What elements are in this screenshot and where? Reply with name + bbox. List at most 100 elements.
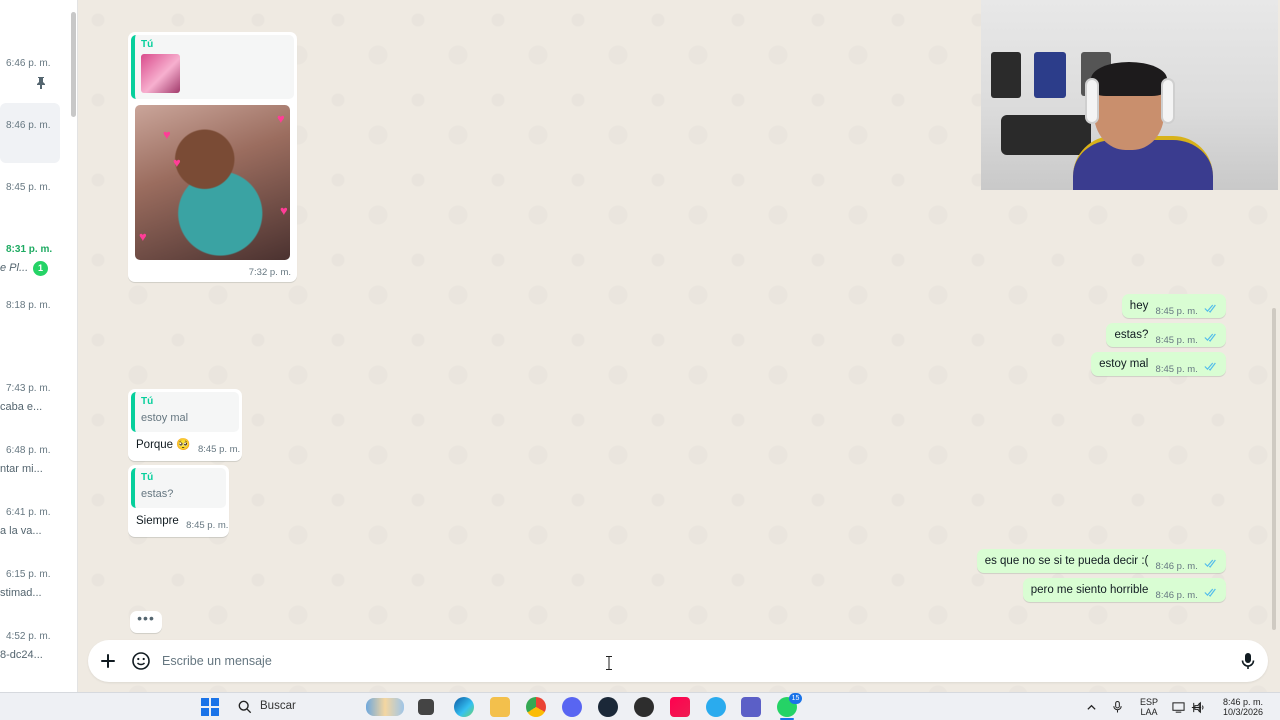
microphone-tray-icon[interactable] [1112,700,1123,714]
system-clock[interactable]: 8:46 p. m. 10/3/2026 [1214,697,1272,717]
sticker-icon[interactable] [131,651,151,671]
search-icon [238,700,252,714]
chat-list-item[interactable] [0,492,60,552]
quoted-reply[interactable]: Tú estoy mal [131,392,239,432]
whatsapp-badge: 15 [789,693,802,704]
chat-snippet: caba e... [0,401,43,413]
chat-list-item[interactable] [0,430,60,490]
chat-time: 6:15 p. m. [6,569,51,580]
message-text: Siempre [136,515,179,527]
outgoing-message[interactable]: estas? 8:45 p. m. [1106,323,1226,347]
message-input[interactable] [162,651,1162,671]
message-text: es que no se si te pueda decir :( [984,555,1149,567]
network-icon[interactable] [1172,701,1185,714]
taskbar-search[interactable]: Buscar [228,696,408,718]
chat-time: 7:43 p. m. [6,383,51,394]
message-text: estas? [1114,329,1149,341]
quoted-image-thumbnail [141,54,180,93]
chevron-up-icon[interactable] [1086,702,1097,713]
message-photo[interactable]: ♥ ♥ ♥ ♥ ♥ [135,105,290,260]
message-time: 7:32 p. m. [248,267,291,278]
sidebar-scrollbar[interactable] [71,12,76,117]
outgoing-message[interactable]: hey 8:45 p. m. [1121,294,1226,318]
quoted-reply[interactable]: Tú estas? [131,468,226,508]
message-time: 8:46 p. m. [1155,590,1198,601]
search-highlight-image [366,698,404,716]
game-launcher-icon[interactable] [634,697,654,717]
chat-time: 4:52 p. m. [6,631,51,642]
background-couch [1001,115,1091,155]
message-time: 8:45 p. m. [186,520,229,531]
input-language[interactable]: ESP LAA [1138,697,1160,717]
double-check-icon [1204,334,1216,343]
quote-author: Tú [141,472,154,483]
quote-text: estoy mal [141,412,189,424]
outgoing-message[interactable]: estoy mal 8:45 p. m. [1091,352,1226,376]
chat-list-item[interactable] [0,42,60,102]
chat-list-item[interactable] [0,554,60,614]
headphone-right [1161,78,1175,124]
chat-snippet: e Pl... [0,262,29,274]
double-check-icon [1204,363,1216,372]
chat-time: 8:45 p. m. [6,182,51,193]
windows-taskbar: Buscar 15 ESP LAA 8:46 p. m. 10/3/2026 [0,692,1280,720]
language-code: ESP [1139,697,1158,707]
streamer-hair [1091,62,1167,96]
message-text: estoy mal [1099,358,1149,370]
quoted-reply[interactable]: Tú [131,35,294,99]
double-check-icon [1204,589,1216,598]
message-text: pero me siento horrible [1030,584,1149,596]
chat-list-item[interactable] [0,616,60,676]
headphone-left [1085,78,1099,124]
steam-icon[interactable] [598,697,618,717]
windows-start-icon[interactable] [200,697,220,717]
keyboard-layout: LAA [1140,707,1158,717]
search-label: Buscar [260,700,296,712]
telegram-icon[interactable] [706,697,726,717]
quote-author: Tú [141,396,154,407]
heart-sticker-icon: ♥ [173,155,181,170]
outgoing-message[interactable]: pero me siento horrible 8:46 p. m. [1022,578,1226,602]
chat-list-item[interactable] [0,226,60,286]
discord-icon[interactable] [562,697,582,717]
wall-poster [991,52,1021,98]
microphone-icon[interactable] [1238,651,1258,671]
message-text: hey [1129,300,1149,312]
chat-list-item[interactable] [0,368,60,428]
chat-scrollbar[interactable] [1272,308,1276,630]
reply-message-bubble[interactable]: Tú estoy mal Porque 🥺 8:45 p. m. [128,389,242,461]
speaker-icon[interactable] [1193,701,1206,714]
tiktok-icon[interactable] [670,697,690,717]
chat-list-item[interactable] [0,286,60,346]
unread-count-badge: 1 [33,261,48,276]
file-explorer-icon[interactable] [490,697,510,717]
heart-sticker-icon: ♥ [277,111,285,126]
webcam-overlay [981,0,1278,190]
reply-message-bubble[interactable]: Tú estas? Siempre 8:45 p. m. [128,465,229,537]
message-time: 8:46 p. m. [1155,561,1198,572]
outgoing-message[interactable]: es que no se si te pueda decir :( 8:46 p… [976,549,1226,573]
heart-sticker-icon: ♥ [139,229,147,244]
chrome-icon[interactable] [526,697,546,717]
edge-browser-icon[interactable] [454,697,474,717]
chat-list-item-active[interactable] [0,103,60,163]
chat-time-unread: 8:31 p. m. [6,244,53,255]
clock-date: 10/3/2026 [1222,707,1264,717]
chat-snippet: stimad... [0,587,42,599]
image-message-bubble[interactable]: Tú ♥ ♥ ♥ ♥ ♥ 7:32 p. m. [128,32,297,282]
chat-time: 6:41 p. m. [6,507,51,518]
chat-time: 8:18 p. m. [6,300,51,311]
teams-icon[interactable] [741,697,761,717]
chat-time: 8:46 p. m. [6,120,51,131]
message-text: Porque 🥺 [136,439,191,451]
chat-time: 6:46 p. m. [6,58,51,69]
chat-time: 6:48 p. m. [6,445,51,456]
plus-icon[interactable] [98,651,118,671]
chat-list-item[interactable] [0,164,60,224]
text-cursor-icon [606,656,612,670]
chat-snippet: a la va... [0,525,42,537]
wall-poster [1034,52,1066,98]
clock-time: 8:46 p. m. [1222,697,1264,707]
heart-sticker-icon: ♥ [163,127,171,142]
task-view-icon[interactable] [418,699,434,715]
